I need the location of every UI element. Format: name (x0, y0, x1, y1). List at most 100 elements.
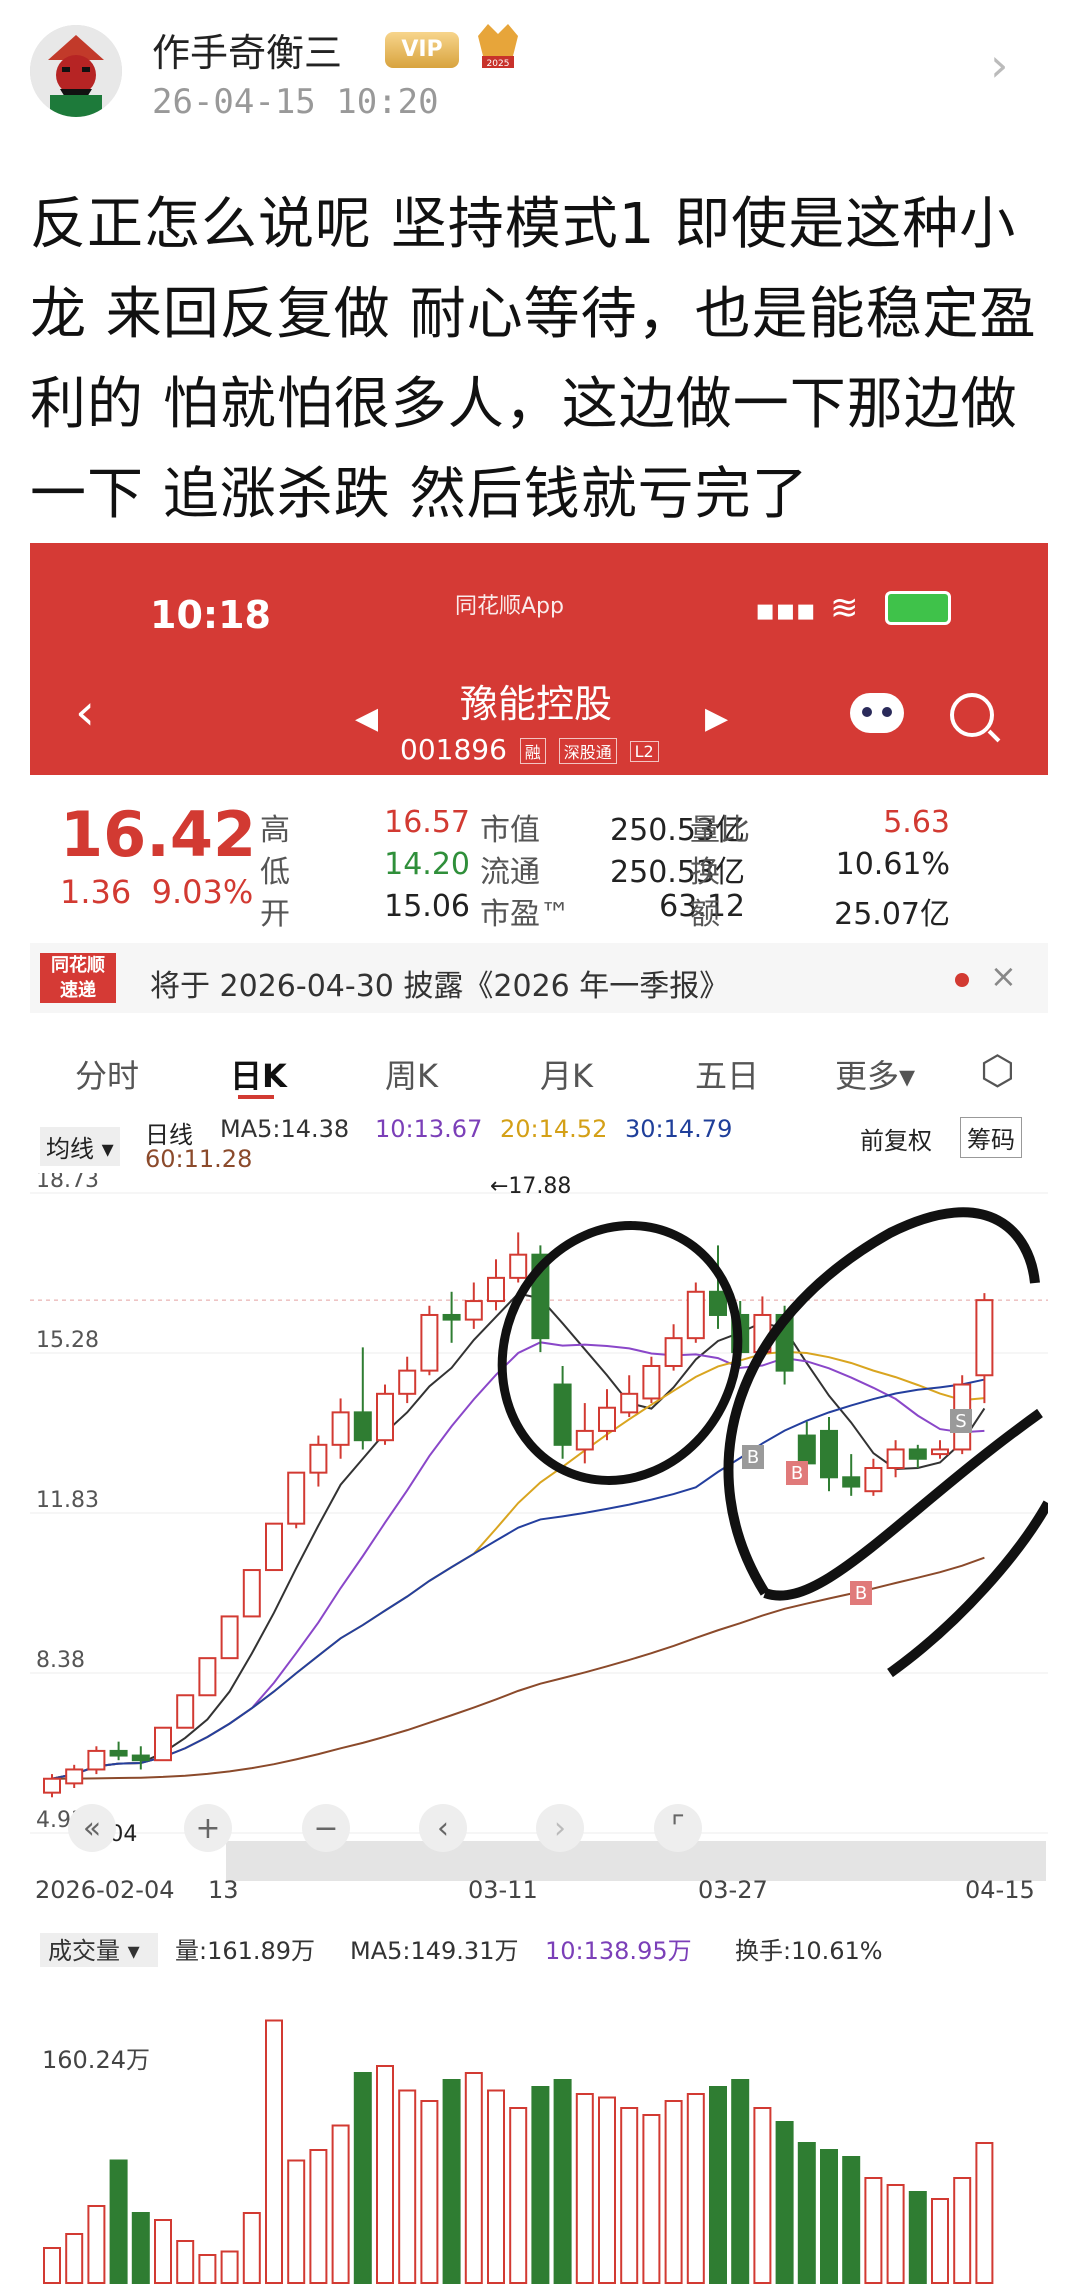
candle-body (908, 1448, 927, 1460)
tab-daily-k[interactable]: 日K (230, 1051, 287, 1097)
volume-bar (442, 2079, 461, 2284)
robot-icon[interactable] (850, 693, 904, 733)
tab-more[interactable]: 更多▾ (835, 1051, 915, 1097)
volume-bar (353, 2072, 372, 2284)
x-label-0311: 03-11 (468, 1876, 538, 1904)
volume-bar (686, 2093, 705, 2284)
candle-body (487, 1276, 505, 1303)
post-text: 反正怎么说呢 坚持模式1 即使是这种小龙 来回反复做 耐心等待，也是能稳定盈利的… (30, 192, 1037, 527)
pan-right-icon: › (554, 1811, 566, 1846)
volume-bar (553, 2079, 572, 2284)
volume-bar (931, 2198, 949, 2284)
svg-text:B: B (855, 1583, 867, 1604)
volume-bar (487, 2089, 505, 2284)
quote-label: 额 (690, 897, 720, 932)
volume-bar (420, 2100, 439, 2284)
candle-body (331, 1411, 350, 1446)
candle-body (287, 1471, 306, 1525)
tab-weekly-k[interactable]: 周K (385, 1051, 438, 1097)
volume-bar (287, 2159, 306, 2284)
ma-dropdown[interactable]: 均线 ▾ (40, 1127, 120, 1166)
stock-name: 豫能控股 (460, 682, 613, 726)
tab-monthly-k[interactable]: 月K (540, 1051, 593, 1097)
volume-ma5: MA5:149.31万 (350, 1937, 518, 1965)
candles (43, 1232, 994, 1798)
volume-bar (398, 2089, 417, 2284)
medal-year: 2025 (487, 59, 510, 69)
avatar[interactable] (30, 25, 122, 117)
price-change: 1.36 9.03% (60, 873, 253, 911)
volume-bar (65, 2233, 84, 2284)
author-name[interactable]: 作手奇衡三 (152, 22, 342, 77)
current-price: 16.42 (60, 798, 257, 871)
quote-label: 流通 (480, 855, 540, 890)
y-tick-label: 8.38 (36, 1648, 85, 1673)
candle-body (709, 1290, 727, 1316)
candle-body (131, 1754, 150, 1762)
quote-label: 量比 (690, 813, 750, 848)
quote-label: 市值 (480, 813, 540, 848)
zoom-out-icon: − (313, 1811, 338, 1846)
back-icon[interactable]: ‹ (75, 683, 95, 741)
volume-bar (265, 2019, 283, 2284)
quote-value: 15.06 (384, 889, 470, 924)
candle-body (420, 1313, 439, 1372)
quote-label: 高 (260, 813, 290, 848)
volume-bar (109, 2159, 128, 2284)
candle-body (842, 1476, 861, 1488)
collapse-icon: « (83, 1811, 101, 1846)
volume-bar (842, 2156, 861, 2284)
candle-body (87, 1749, 106, 1771)
close-icon[interactable]: × (990, 957, 1017, 995)
volume-bar (198, 2254, 217, 2284)
quote-value: 16.57 (384, 805, 470, 840)
ma20-value: 20:14.52 (500, 1115, 608, 1143)
settings-icon[interactable]: ⬡ (980, 1048, 1015, 1094)
candle-body (154, 1726, 172, 1762)
volume-bar (797, 2142, 816, 2284)
volume-bar (753, 2107, 772, 2284)
turnover-value: 换手:10.61% (735, 1937, 883, 1965)
candle-body (931, 1448, 949, 1456)
candle-body (864, 1467, 883, 1493)
app-header: 10:18 同花顺App ▪▪▪ ≋ ‹ ◀ 豫能控股 001896 融 深股通… (30, 543, 1048, 775)
prev-stock-icon[interactable]: ◀ (355, 701, 378, 736)
status-time: 10:18 (150, 593, 271, 637)
volume-bar (953, 2177, 972, 2284)
zoom-in-icon: + (195, 1811, 220, 1846)
candle-body (886, 1448, 905, 1470)
vip-badge: VIP (385, 32, 459, 68)
tab-intraday[interactable]: 分时 (75, 1051, 139, 1097)
tab-five-day[interactable]: 五日 (695, 1051, 759, 1097)
volume-bar (331, 2124, 350, 2284)
quote-label: 换 (690, 855, 720, 890)
kline-chart[interactable]: 18.7315.2811.838.384.93 ←17.88 ←6.04 B B… (30, 1173, 1048, 2296)
pan-left-icon: ‹ (437, 1811, 449, 1846)
ma-legend: 均线 ▾ 日线 MA5:14.38 10:13.67 20:14.52 30:1… (30, 1113, 1048, 1173)
battery-icon (885, 591, 951, 625)
y-tick-label: 18.73 (36, 1173, 99, 1193)
x-label-start: 2026-02-04 (35, 1876, 174, 1904)
candle-body (43, 1777, 61, 1794)
ma5-value: MA5:14.38 (220, 1115, 350, 1143)
candle-body (797, 1434, 816, 1465)
candle-body (975, 1299, 994, 1377)
candle-body (664, 1337, 683, 1367)
quote-label: 市盈™ (480, 897, 570, 932)
next-stock-icon[interactable]: ▶ (705, 701, 728, 736)
chips-button[interactable]: 筹码 (960, 1117, 1022, 1158)
annotation-circle-2 (723, 1207, 1048, 1678)
candle-body (309, 1443, 328, 1474)
x-label-0327: 03-27 (698, 1876, 768, 1904)
stock-code: 001896 (400, 733, 507, 766)
unread-dot (955, 973, 969, 987)
search-icon[interactable] (950, 693, 994, 737)
change-value: 1.36 (60, 873, 132, 911)
app-name: 同花顺App (455, 594, 564, 619)
volume-bar (87, 2205, 106, 2284)
change-pct: 9.03% (151, 873, 254, 911)
adjust-mode[interactable]: 前复权 (860, 1121, 932, 1156)
embedded-screenshot: 10:18 同花顺App ▪▪▪ ≋ ‹ ◀ 豫能控股 001896 融 深股通… (30, 543, 1048, 2296)
volume-bar (220, 2250, 239, 2284)
chevron-right-icon[interactable]: › (990, 38, 1008, 92)
